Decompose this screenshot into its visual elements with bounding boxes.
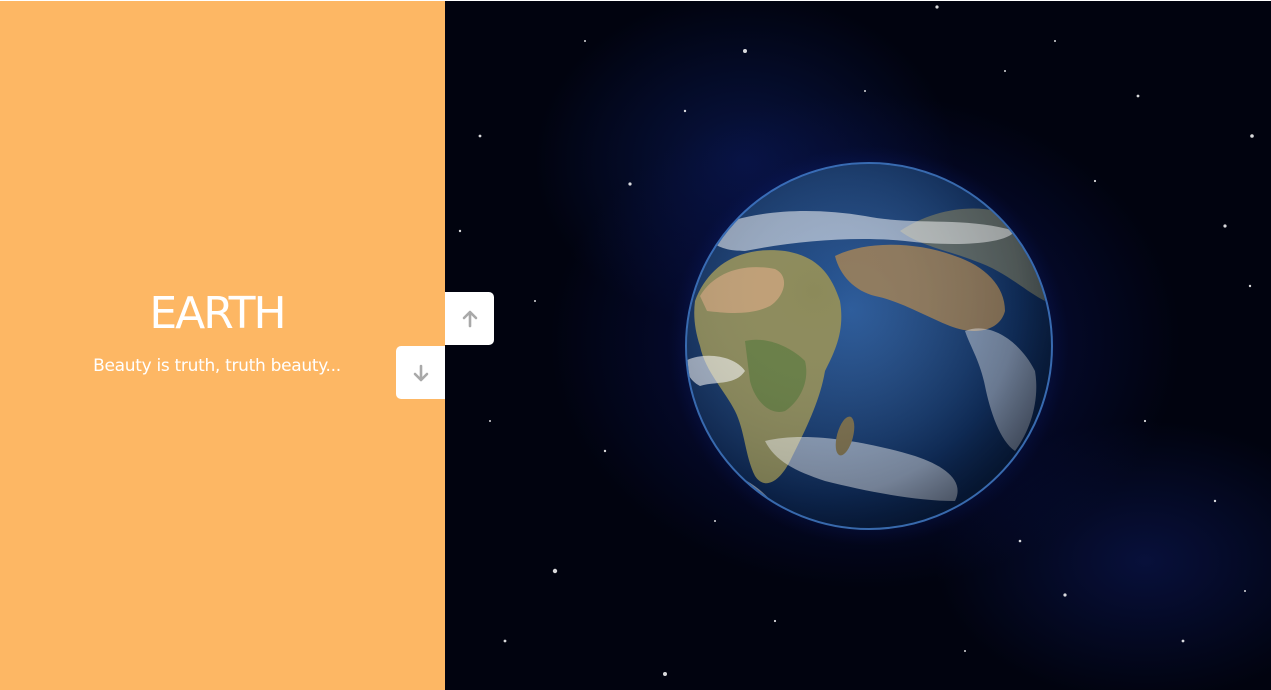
slideshow: EARTH Beauty is truth, truth beauty... — [0, 0, 1271, 690]
slide-subtitle: Beauty is truth, truth beauty... — [93, 356, 341, 376]
earth-image — [445, 1, 1271, 690]
starfield — [458, 5, 1254, 676]
slide-caption: EARTH Beauty is truth, truth beauty... — [0, 286, 434, 376]
arrow-up-icon — [462, 310, 477, 327]
globe-shading — [687, 164, 1051, 528]
arrow-down-icon — [413, 364, 428, 381]
text-panel: EARTH Beauty is truth, truth beauty... — [0, 1, 445, 690]
slide-title: EARTH — [149, 288, 286, 339]
previous-slide-button[interactable] — [445, 292, 494, 345]
next-slide-button[interactable] — [396, 346, 445, 399]
